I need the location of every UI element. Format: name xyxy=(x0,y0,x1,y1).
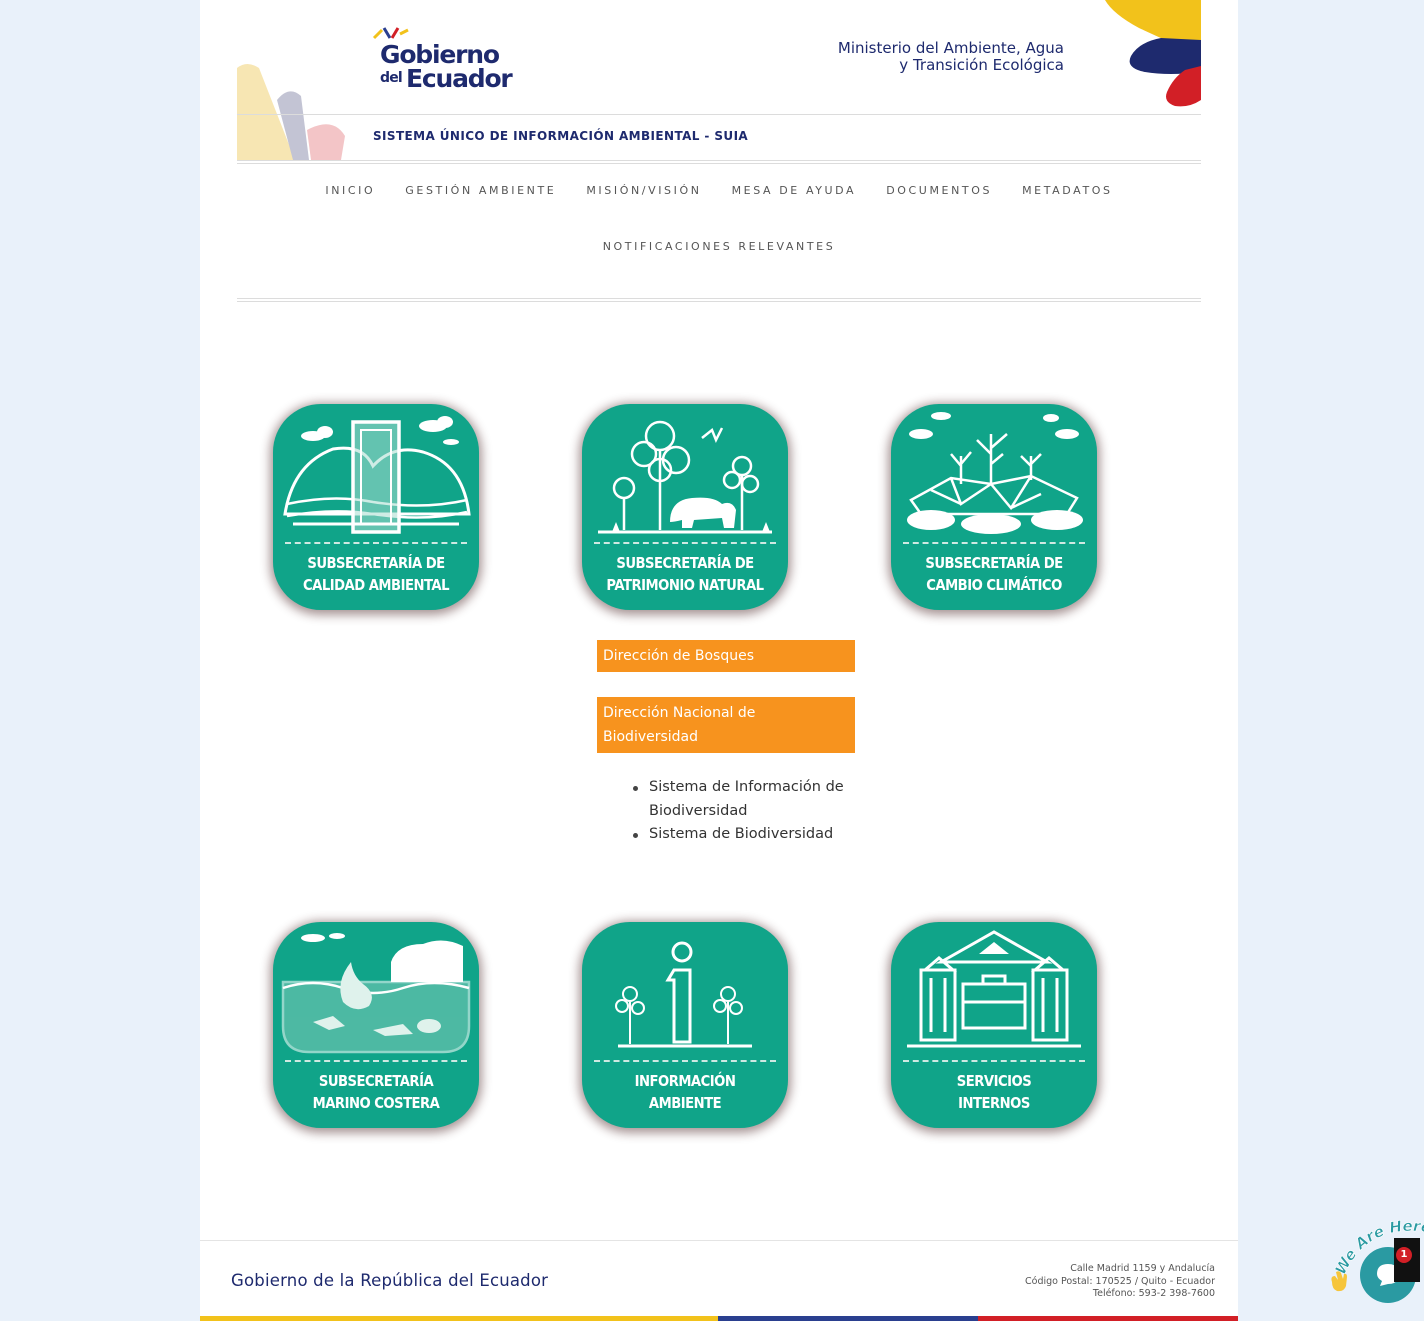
tile-label: SUBSECRETARÍA DE PATRIMONIO NATURAL xyxy=(594,552,775,596)
nav-item-metadatos[interactable]: METADATOS xyxy=(1007,184,1128,197)
nav-item-mesa-de-ayuda[interactable]: MESA DE AYUDA xyxy=(717,184,872,197)
tile-label: SUBSECRETARÍA MARINO COSTERA xyxy=(285,1070,466,1114)
main-navigation: INICIO GESTIÓN AMBIENTE MISIÓN/VISIÓN ME… xyxy=(237,165,1201,300)
tile-divider xyxy=(594,542,776,544)
footer-address: Calle Madrid 1159 y Andalucía Código Pos… xyxy=(1025,1263,1215,1301)
tile-divider xyxy=(903,542,1085,544)
decorative-shapes-left xyxy=(237,64,345,160)
nav-row-1: INICIO GESTIÓN AMBIENTE MISIÓN/VISIÓN ME… xyxy=(237,184,1201,197)
tile-informacion-ambiente[interactable]: INFORMACIÓN AMBIENTE xyxy=(582,922,788,1128)
tile-label-line-1: SUBSECRETARÍA DE xyxy=(307,554,445,572)
nav-row-2: NOTIFICACIONES RELEVANTES xyxy=(237,240,1201,253)
ocean-whale-icon xyxy=(281,933,471,1054)
footer-address-line-1: Calle Madrid 1159 y Andalucía xyxy=(1070,1263,1215,1274)
flag-colors-decoration xyxy=(1105,0,1201,107)
cracked-earth-trees-icon xyxy=(907,412,1083,534)
header-bottom-divider xyxy=(237,160,1201,164)
tile-servicios-internos[interactable]: SERVICIOS INTERNOS xyxy=(891,922,1097,1128)
footer-address-line-2: Código Postal: 170525 / Quito - Ecuador xyxy=(1025,1275,1215,1287)
link-biodiversidad-line-1: Dirección Nacional de xyxy=(603,705,756,721)
tile-label-line-1: SUBSECRETARÍA DE xyxy=(616,554,754,572)
tile-label: SUBSECRETARÍA DE CALIDAD AMBIENTAL xyxy=(285,552,466,596)
link-sistema-biodiversidad[interactable]: Sistema de Biodiversidad xyxy=(633,823,863,847)
nav-item-notificaciones-relevantes[interactable]: NOTIFICACIONES RELEVANTES xyxy=(588,240,851,253)
nav-item-inicio[interactable]: INICIO xyxy=(310,184,390,197)
water-glass-landscape-icon xyxy=(283,416,471,534)
nav-item-documentos[interactable]: DOCUMENTOS xyxy=(871,184,1007,197)
chat-widget[interactable]: We Are Here! 1 xyxy=(1322,1214,1424,1321)
tile-calidad-ambiental[interactable]: SUBSECRETARÍA DE CALIDAD AMBIENTAL xyxy=(273,404,479,610)
gobierno-ecuador-logo[interactable]: Gobierno del Ecuador xyxy=(372,24,522,94)
link-direccion-nacional-biodiversidad[interactable]: Dirección Nacional de Biodiversidad xyxy=(597,697,855,753)
tile-label-line-2: CALIDAD AMBIENTAL xyxy=(303,576,449,594)
footer-title: Gobierno de la República del Ecuador xyxy=(231,1271,549,1290)
logo-text-ecuador: Ecuador xyxy=(406,64,513,93)
tile-divider xyxy=(903,1060,1085,1062)
tile-label-line-1: SERVICIOS xyxy=(956,1072,1032,1090)
flag-stripe-red xyxy=(978,1316,1238,1321)
tile-label-line-2: CAMBIO CLIMÁTICO xyxy=(926,576,1062,594)
tile-label-line-2: MARINO COSTERA xyxy=(312,1094,440,1112)
link-direccion-de-bosques[interactable]: Dirección de Bosques xyxy=(597,640,855,672)
nav-bottom-divider xyxy=(237,298,1201,302)
biodiversidad-sublist: Sistema de Información de Biodiversidad … xyxy=(633,776,863,847)
flag-stripe-blue xyxy=(718,1316,978,1321)
tile-label: SERVICIOS INTERNOS xyxy=(903,1070,1084,1114)
tile-label: SUBSECRETARÍA DE CAMBIO CLIMÁTICO xyxy=(903,552,1084,596)
nav-item-mision-vision[interactable]: MISIÓN/VISIÓN xyxy=(571,184,716,197)
tile-label-line-2: PATRIMONIO NATURAL xyxy=(606,576,764,594)
flag-stripe-yellow xyxy=(200,1316,718,1321)
flag-stripe xyxy=(200,1316,1238,1321)
chat-notification-badge: 1 xyxy=(1396,1247,1412,1263)
tile-label-line-2: AMBIENTE xyxy=(648,1094,722,1112)
tile-divider xyxy=(594,1060,776,1062)
tile-patrimonio-natural[interactable]: SUBSECRETARÍA DE PATRIMONIO NATURAL xyxy=(582,404,788,610)
page: Gobierno del Ecuador Ministerio del Ambi… xyxy=(200,0,1238,1321)
link-sistema-informacion-biodiversidad[interactable]: Sistema de Información de Biodiversidad xyxy=(633,776,863,823)
tile-divider xyxy=(285,1060,467,1062)
tile-divider xyxy=(285,542,467,544)
tile-label: INFORMACIÓN AMBIENTE xyxy=(594,1070,775,1114)
link-biodiversidad-line-2: Biodiversidad xyxy=(603,729,699,745)
building-briefcase-icon xyxy=(907,930,1081,1048)
tile-label-line-1: INFORMACIÓN xyxy=(634,1072,736,1090)
tile-label-line-1: SUBSECRETARÍA DE xyxy=(925,554,1063,572)
tile-marino-costera[interactable]: SUBSECRETARÍA MARINO COSTERA xyxy=(273,922,479,1128)
tile-label-line-1: SUBSECRETARÍA xyxy=(318,1072,434,1090)
site-footer: Gobierno de la República del Ecuador Cal… xyxy=(200,1240,1238,1321)
system-title: SISTEMA ÚNICO DE INFORMACIÓN AMBIENTAL -… xyxy=(373,129,749,143)
logo-text-del: del xyxy=(380,70,403,86)
nav-item-gestion-ambiente[interactable]: GESTIÓN AMBIENTE xyxy=(390,184,571,197)
ministry-name: Ministerio del Ambiente, Agua y Transici… xyxy=(838,40,1064,74)
footer-phone: Teléfono: 593-2 398-7600 xyxy=(1092,1288,1215,1299)
waving-hand-icon xyxy=(1331,1271,1347,1292)
ministry-line-1: Ministerio del Ambiente, Agua xyxy=(837,39,1064,57)
tile-label-line-2: INTERNOS xyxy=(958,1094,1030,1112)
tile-cambio-climatico[interactable]: SUBSECRETARÍA DE CAMBIO CLIMÁTICO xyxy=(891,404,1097,610)
site-header: Gobierno del Ecuador Ministerio del Ambi… xyxy=(237,0,1201,165)
information-trees-icon xyxy=(615,941,752,1048)
forest-bear-icon xyxy=(598,420,772,534)
header-divider xyxy=(237,114,1201,115)
ministry-line-2: y Transición Ecológica xyxy=(899,56,1064,74)
